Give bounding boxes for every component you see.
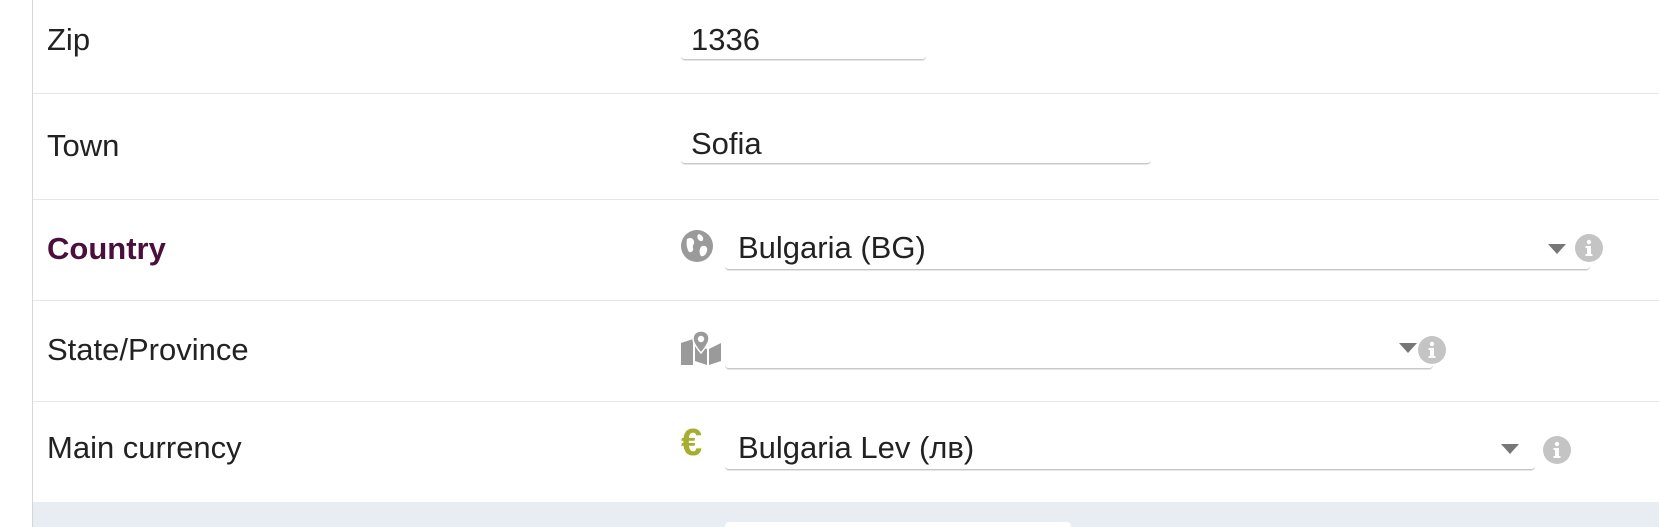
currency-info-icon[interactable] <box>1543 436 1571 464</box>
country-label: Country <box>47 231 166 266</box>
euro-icon: € <box>681 422 703 464</box>
address-form: Zip Town Country Bulgaria (BG) <box>0 0 1659 527</box>
country-row: Country Bulgaria (BG) <box>33 200 1659 301</box>
chevron-down-icon <box>1548 244 1566 254</box>
currency-label: Main currency <box>47 430 242 465</box>
next-row-input[interactable] <box>725 522 1071 527</box>
zip-input[interactable] <box>681 20 926 60</box>
map-icon <box>681 330 721 370</box>
chevron-down-icon <box>1501 444 1519 454</box>
country-info-icon[interactable] <box>1575 234 1603 262</box>
currency-value: Bulgaria Lev (лв) <box>738 430 975 465</box>
currency-select[interactable]: Bulgaria Lev (лв) <box>725 426 1535 470</box>
zip-label: Zip <box>47 22 91 57</box>
town-input[interactable] <box>681 124 1151 164</box>
town-label: Town <box>47 128 120 163</box>
state-label: State/Province <box>47 332 249 367</box>
state-row: State/Province <box>33 301 1659 402</box>
zip-row: Zip <box>33 0 1659 94</box>
country-value: Bulgaria (BG) <box>738 230 926 265</box>
currency-row: Main currency € Bulgaria Lev (лв) <box>33 402 1659 502</box>
country-select[interactable]: Bulgaria (BG) <box>725 226 1590 270</box>
state-select[interactable] <box>725 325 1433 369</box>
chevron-down-icon <box>1399 343 1417 353</box>
state-info-icon[interactable] <box>1418 336 1446 364</box>
next-row-band <box>33 502 1659 527</box>
town-row: Town <box>33 94 1659 200</box>
globe-icon <box>681 230 713 267</box>
